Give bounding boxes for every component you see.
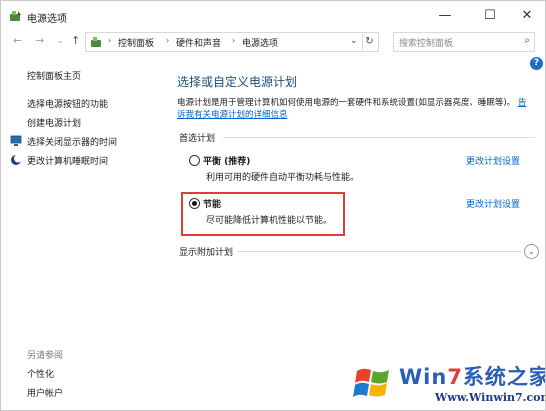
group-divider [223, 137, 535, 138]
power-options-window: 电源选项 — ☐ ✕ ← → ⌄ ↑ › 控制面板 › 硬件和声音 › 电源选项… [0, 0, 546, 411]
see-also-heading: 另请参阅 [27, 351, 64, 361]
search-input[interactable]: 搜索控制面板 ⌕ [393, 32, 535, 52]
group-divider [237, 251, 521, 252]
watermark-title: Win7系统之家 [399, 365, 546, 389]
window-title: 电源选项 [27, 14, 67, 25]
up-arrow-icon[interactable]: ↑ [71, 34, 80, 47]
breadcrumb-separator: › [166, 36, 170, 45]
sidebar-item-display-off[interactable]: 选择关闭显示器的时间 [27, 135, 117, 148]
moon-icon [11, 154, 22, 165]
show-additional-plans-label[interactable]: 显示附加计划 [179, 245, 233, 258]
search-placeholder: 搜索控制面板 [399, 39, 454, 49]
personalization-link[interactable]: 个性化 [27, 367, 54, 380]
balanced-plan-radio[interactable] [189, 155, 200, 166]
page-description: 电源计划是用于管理计算机如何使用电源的一套硬件和系统设置(如显示器亮度、睡眠等)… [177, 97, 529, 121]
address-bar: ← → ⌄ ↑ › 控制面板 › 硬件和声音 › 电源选项 ⌄ ↻ 搜索控制面板… [1, 31, 545, 53]
help-icon[interactable]: ? [530, 57, 543, 70]
balanced-change-settings-link[interactable]: 更改计划设置 [466, 154, 520, 167]
breadcrumb-power-options[interactable]: 电源选项 [242, 36, 278, 49]
watermark-url: Www.Winwin7.com [435, 391, 546, 404]
description-text: 电源计划是用于管理计算机如何使用电源的一套硬件和系统设置(如显示器亮度、睡眠等)… [177, 98, 516, 108]
control-panel-home-link[interactable]: 控制面板主页 [27, 69, 81, 82]
breadcrumb-separator: › [232, 36, 236, 45]
expand-chevron-icon[interactable]: ⌄ [524, 244, 539, 259]
address-dropdown-icon[interactable]: ⌄ [350, 36, 358, 46]
sidebar-item-create-plan[interactable]: 创建电源计划 [27, 116, 81, 129]
breadcrumb-hardware-sound[interactable]: 硬件和声音 [176, 36, 221, 49]
recent-locations-chevron-icon[interactable]: ⌄ [57, 36, 64, 45]
page-title: 选择或自定义电源计划 [177, 75, 298, 89]
power-options-app-icon [10, 11, 21, 21]
control-panel-icon [91, 37, 101, 47]
close-button[interactable]: ✕ [507, 1, 545, 31]
address-box[interactable]: › 控制面板 › 硬件和声音 › 电源选项 ⌄ ↻ [85, 32, 379, 52]
forward-arrow-icon[interactable]: → [35, 34, 44, 47]
search-icon[interactable]: ⌕ [524, 35, 530, 46]
balanced-plan-description: 利用可用的硬件自动平衡功耗与性能。 [206, 173, 360, 183]
refresh-icon[interactable]: ↻ [362, 34, 376, 50]
balanced-plan-name[interactable]: 平衡 (推荐) [203, 154, 250, 167]
title-bar: 电源选项 — ☐ ✕ [1, 1, 545, 31]
windows-logo-icon [353, 368, 389, 397]
back-arrow-icon[interactable]: ← [13, 34, 22, 47]
sidebar-item-power-button[interactable]: 选择电源按钮的功能 [27, 97, 108, 110]
sidebar-item-sleep-time[interactable]: 更改计算机睡眠时间 [27, 154, 108, 167]
preferred-plans-label: 首选计划 [179, 134, 216, 144]
monitor-icon [10, 135, 22, 146]
breadcrumb-control-panel[interactable]: 控制面板 [118, 36, 154, 49]
maximize-button[interactable]: ☐ [470, 1, 510, 31]
minimize-button[interactable]: — [425, 1, 465, 31]
user-accounts-link[interactable]: 用户帐户 [27, 386, 63, 399]
selected-plan-highlight [181, 192, 345, 236]
power-saver-change-settings-link[interactable]: 更改计划设置 [466, 197, 520, 210]
breadcrumb-separator: › [108, 36, 112, 45]
